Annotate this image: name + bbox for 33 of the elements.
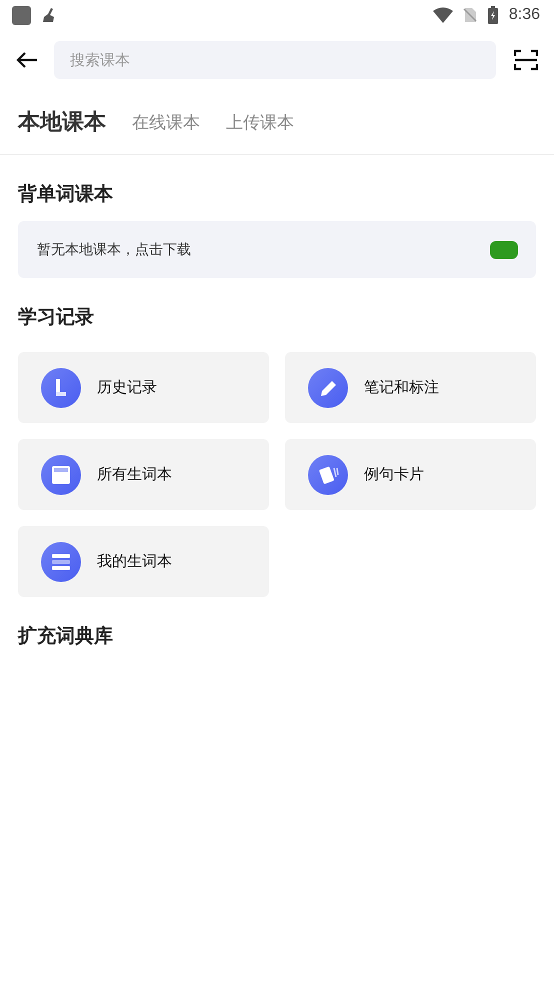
section-title: 学习记录 [18, 305, 95, 330]
record-tile[interactable]: 笔记和标注 [285, 352, 536, 423]
broom-icon [41, 7, 57, 23]
no-sim-icon [462, 7, 477, 23]
tile-label: 所有生词本 [97, 465, 172, 484]
pencil-icon [308, 368, 348, 408]
tab[interactable]: 上传课本 [226, 110, 294, 134]
scan-icon[interactable] [514, 49, 538, 71]
section-title: 背单词课本 [18, 182, 114, 207]
record-tile[interactable]: 我的生词本 [18, 526, 269, 597]
app-notification-icon [12, 6, 31, 24]
record-tile[interactable]: 所有生词本 [18, 439, 269, 510]
tab[interactable]: 在线课本 [132, 110, 200, 134]
back-arrow-icon[interactable] [16, 51, 38, 69]
notebook-icon [41, 454, 81, 494]
list-icon [41, 542, 81, 582]
record-tile[interactable]: 例句卡片 [285, 439, 536, 510]
tile-label: 我的生词本 [97, 552, 172, 571]
clock-icon [41, 368, 81, 408]
battery-icon [486, 6, 499, 24]
tile-label: 笔记和标注 [364, 378, 439, 397]
download-button[interactable] [490, 240, 518, 258]
empty-card[interactable]: 暂无本地课本，点击下载 [18, 221, 536, 278]
section-title: 扩充词典库 [18, 624, 114, 649]
tab[interactable]: 本地课本 [18, 107, 106, 137]
wifi-icon [432, 7, 453, 23]
cards-icon [308, 454, 348, 494]
status-time: 8:36 [508, 6, 540, 24]
tile-label: 例句卡片 [364, 465, 424, 484]
empty-message: 暂无本地课本，点击下载 [37, 240, 191, 258]
record-tile[interactable]: 历史记录 [18, 352, 269, 423]
search-field[interactable]: 搜索课本 [54, 41, 496, 79]
tile-label: 历史记录 [97, 378, 157, 397]
